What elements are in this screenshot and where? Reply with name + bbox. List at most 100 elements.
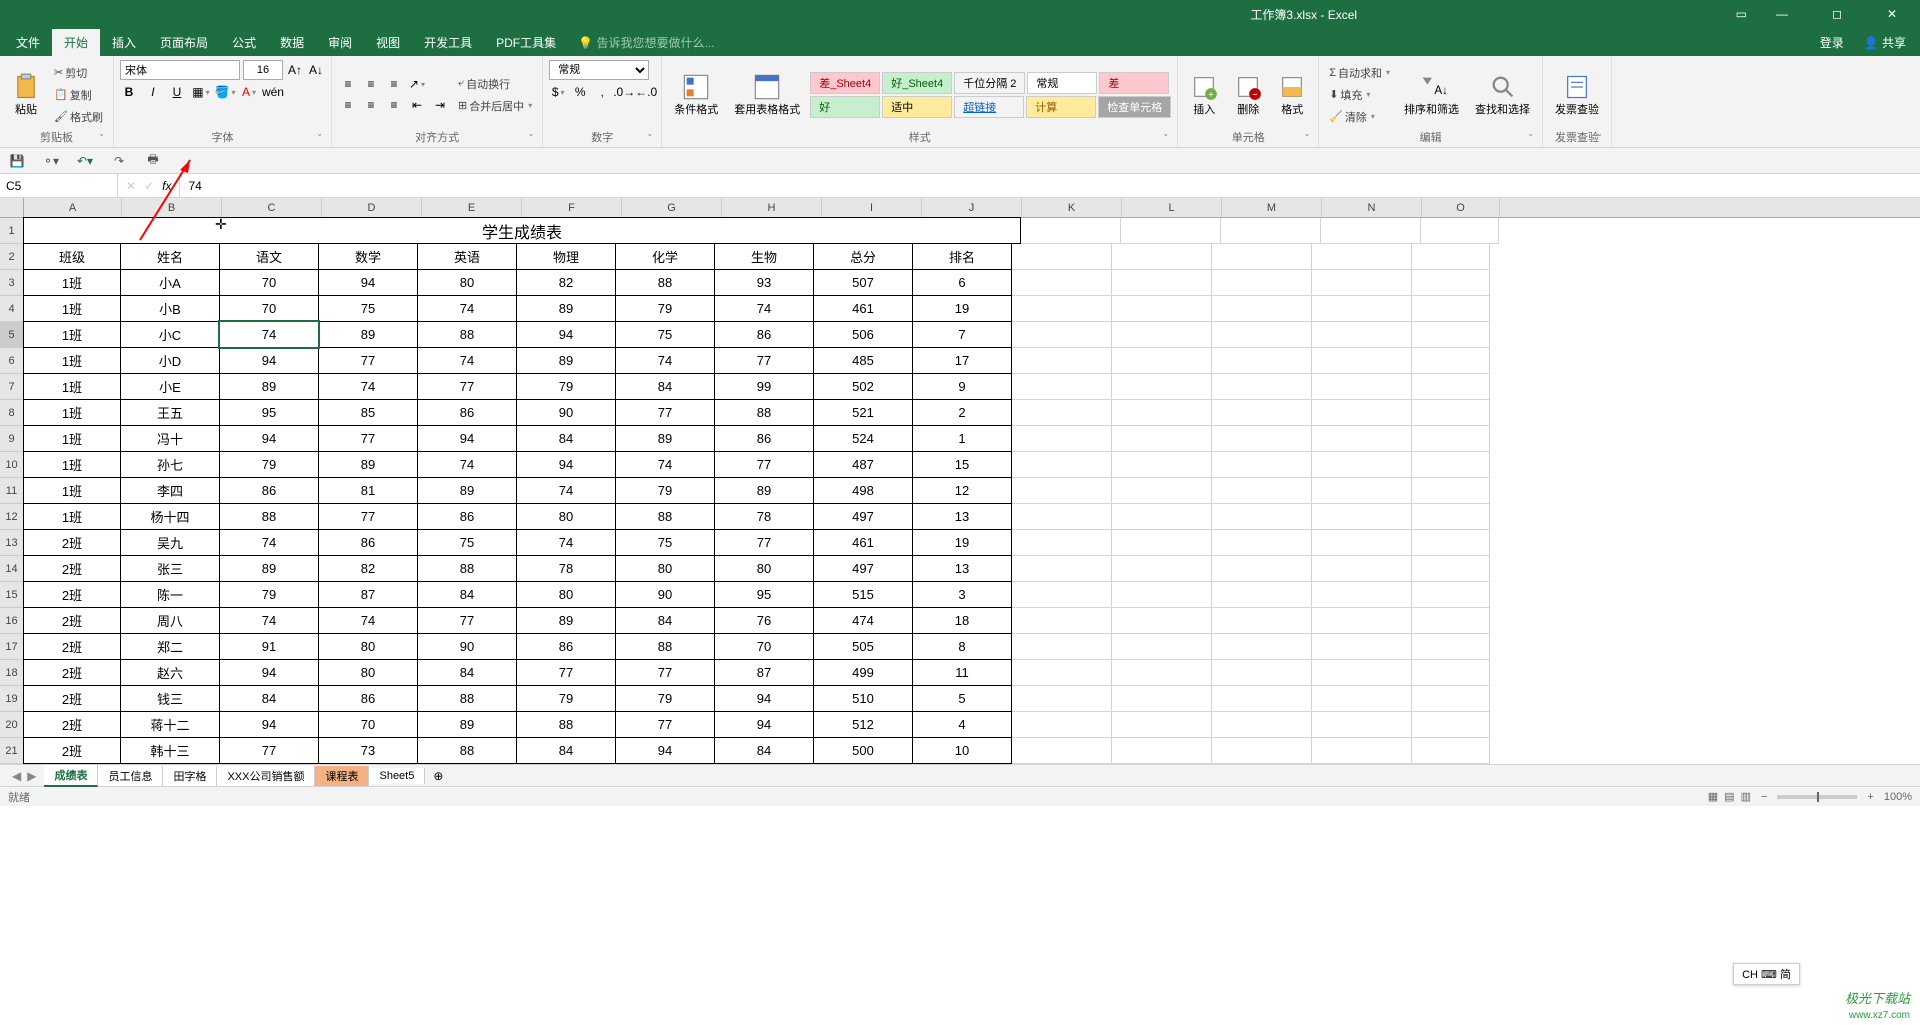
zoom-slider[interactable]	[1777, 795, 1857, 799]
cell-H2[interactable]: 生物	[714, 243, 814, 270]
cell-K3[interactable]	[1012, 270, 1112, 296]
col-header-I[interactable]: I	[822, 198, 922, 217]
row-header-18[interactable]: 18	[0, 660, 23, 686]
undo-icon[interactable]: ↶▾	[76, 154, 94, 168]
row-header-20[interactable]: 20	[0, 712, 23, 738]
cell-L13[interactable]	[1112, 530, 1212, 556]
font-name-input[interactable]	[120, 60, 240, 80]
cell-F4[interactable]: 89	[516, 295, 616, 322]
cell-I6[interactable]: 485	[813, 347, 913, 374]
cell-I2[interactable]: 总分	[813, 243, 913, 270]
row-header-19[interactable]: 19	[0, 686, 23, 712]
formula-input[interactable]: 74	[180, 179, 1920, 193]
cell-C7[interactable]: 89	[219, 373, 319, 400]
col-header-D[interactable]: D	[322, 198, 422, 217]
find-select-button[interactable]: 查找和选择	[1469, 69, 1536, 121]
cell-B21[interactable]: 韩十三	[120, 737, 220, 764]
tab-view[interactable]: 视图	[364, 29, 412, 56]
cell-H13[interactable]: 77	[714, 529, 814, 556]
cell-D9[interactable]: 77	[318, 425, 418, 452]
cell-D7[interactable]: 74	[318, 373, 418, 400]
cell-B4[interactable]: 小B	[120, 295, 220, 322]
cell-G16[interactable]: 84	[615, 607, 715, 634]
style-calc[interactable]: 计算	[1026, 96, 1096, 118]
cell-E3[interactable]: 80	[417, 269, 517, 296]
row-header-14[interactable]: 14	[0, 556, 23, 582]
cell-C8[interactable]: 95	[219, 399, 319, 426]
cell-B5[interactable]: 小C	[120, 321, 220, 348]
cell-F15[interactable]: 80	[516, 581, 616, 608]
cell-J16[interactable]: 18	[912, 607, 1012, 634]
cell-D13[interactable]: 86	[318, 529, 418, 556]
cell-D6[interactable]: 77	[318, 347, 418, 374]
cell-G6[interactable]: 74	[615, 347, 715, 374]
col-header-N[interactable]: N	[1322, 198, 1422, 217]
cell-B19[interactable]: 钱三	[120, 685, 220, 712]
cell-H6[interactable]: 77	[714, 347, 814, 374]
cell-E9[interactable]: 94	[417, 425, 517, 452]
col-header-G[interactable]: G	[622, 198, 722, 217]
cell-E8[interactable]: 86	[417, 399, 517, 426]
minimize-button[interactable]: —	[1762, 0, 1802, 28]
cell-C10[interactable]: 79	[219, 451, 319, 478]
cell-B14[interactable]: 张三	[120, 555, 220, 582]
cell-M1[interactable]	[1221, 218, 1321, 244]
increase-decimal-icon[interactable]: .0→	[615, 83, 633, 101]
autosum-button[interactable]: Σ 自动求和	[1325, 63, 1394, 83]
style-good-sheet4[interactable]: 好_Sheet4	[882, 72, 952, 94]
cell-I8[interactable]: 521	[813, 399, 913, 426]
cell-C16[interactable]: 74	[219, 607, 319, 634]
col-header-J[interactable]: J	[922, 198, 1022, 217]
row-header-16[interactable]: 16	[0, 608, 23, 634]
cell-N15[interactable]	[1312, 582, 1412, 608]
cell-J13[interactable]: 19	[912, 529, 1012, 556]
cell-M14[interactable]	[1212, 556, 1312, 582]
col-header-C[interactable]: C	[222, 198, 322, 217]
cell-D12[interactable]: 77	[318, 503, 418, 530]
tab-nav-prev-icon[interactable]: ◀	[12, 769, 21, 783]
cell-I7[interactable]: 502	[813, 373, 913, 400]
tab-review[interactable]: 审阅	[316, 29, 364, 56]
cell-K2[interactable]	[1012, 244, 1112, 270]
cell-K20[interactable]	[1012, 712, 1112, 738]
cell-O20[interactable]	[1412, 712, 1490, 738]
cell-N9[interactable]	[1312, 426, 1412, 452]
cell-N16[interactable]	[1312, 608, 1412, 634]
cell-A3[interactable]: 1班	[23, 269, 121, 296]
zoom-out-icon[interactable]: −	[1761, 791, 1767, 803]
cell-H17[interactable]: 70	[714, 633, 814, 660]
new-sheet-icon[interactable]: ⊕	[425, 769, 451, 783]
cell-C12[interactable]: 88	[219, 503, 319, 530]
wrap-text-button[interactable]: ⤶ 自动换行	[454, 74, 536, 94]
row-header-3[interactable]: 3	[0, 270, 23, 296]
cell-D17[interactable]: 80	[318, 633, 418, 660]
cell-A5[interactable]: 1班	[23, 321, 121, 348]
cell-K9[interactable]	[1012, 426, 1112, 452]
cell-I21[interactable]: 500	[813, 737, 913, 764]
cell-E5[interactable]: 88	[417, 321, 517, 348]
cell-N7[interactable]	[1312, 374, 1412, 400]
cell-F12[interactable]: 80	[516, 503, 616, 530]
cell-O4[interactable]	[1412, 296, 1490, 322]
cell-K6[interactable]	[1012, 348, 1112, 374]
cell-K18[interactable]	[1012, 660, 1112, 686]
cell-J12[interactable]: 13	[912, 503, 1012, 530]
col-header-B[interactable]: B	[122, 198, 222, 217]
increase-font-icon[interactable]: A↑	[286, 61, 304, 79]
font-color-button[interactable]: A	[240, 83, 258, 101]
border-button[interactable]: ▦	[192, 83, 210, 101]
cell-M16[interactable]	[1212, 608, 1312, 634]
cell-O21[interactable]	[1412, 738, 1490, 764]
delete-cell-button[interactable]: −删除	[1228, 69, 1268, 121]
cell-F18[interactable]: 77	[516, 659, 616, 686]
underline-button[interactable]: U	[168, 83, 186, 101]
cell-N17[interactable]	[1312, 634, 1412, 660]
cell-B7[interactable]: 小E	[120, 373, 220, 400]
tab-page-layout[interactable]: 页面布局	[148, 29, 220, 56]
cell-D8[interactable]: 85	[318, 399, 418, 426]
tab-developer[interactable]: 开发工具	[412, 29, 484, 56]
cell-M4[interactable]	[1212, 296, 1312, 322]
cell-B16[interactable]: 周八	[120, 607, 220, 634]
cell-A7[interactable]: 1班	[23, 373, 121, 400]
col-header-E[interactable]: E	[422, 198, 522, 217]
